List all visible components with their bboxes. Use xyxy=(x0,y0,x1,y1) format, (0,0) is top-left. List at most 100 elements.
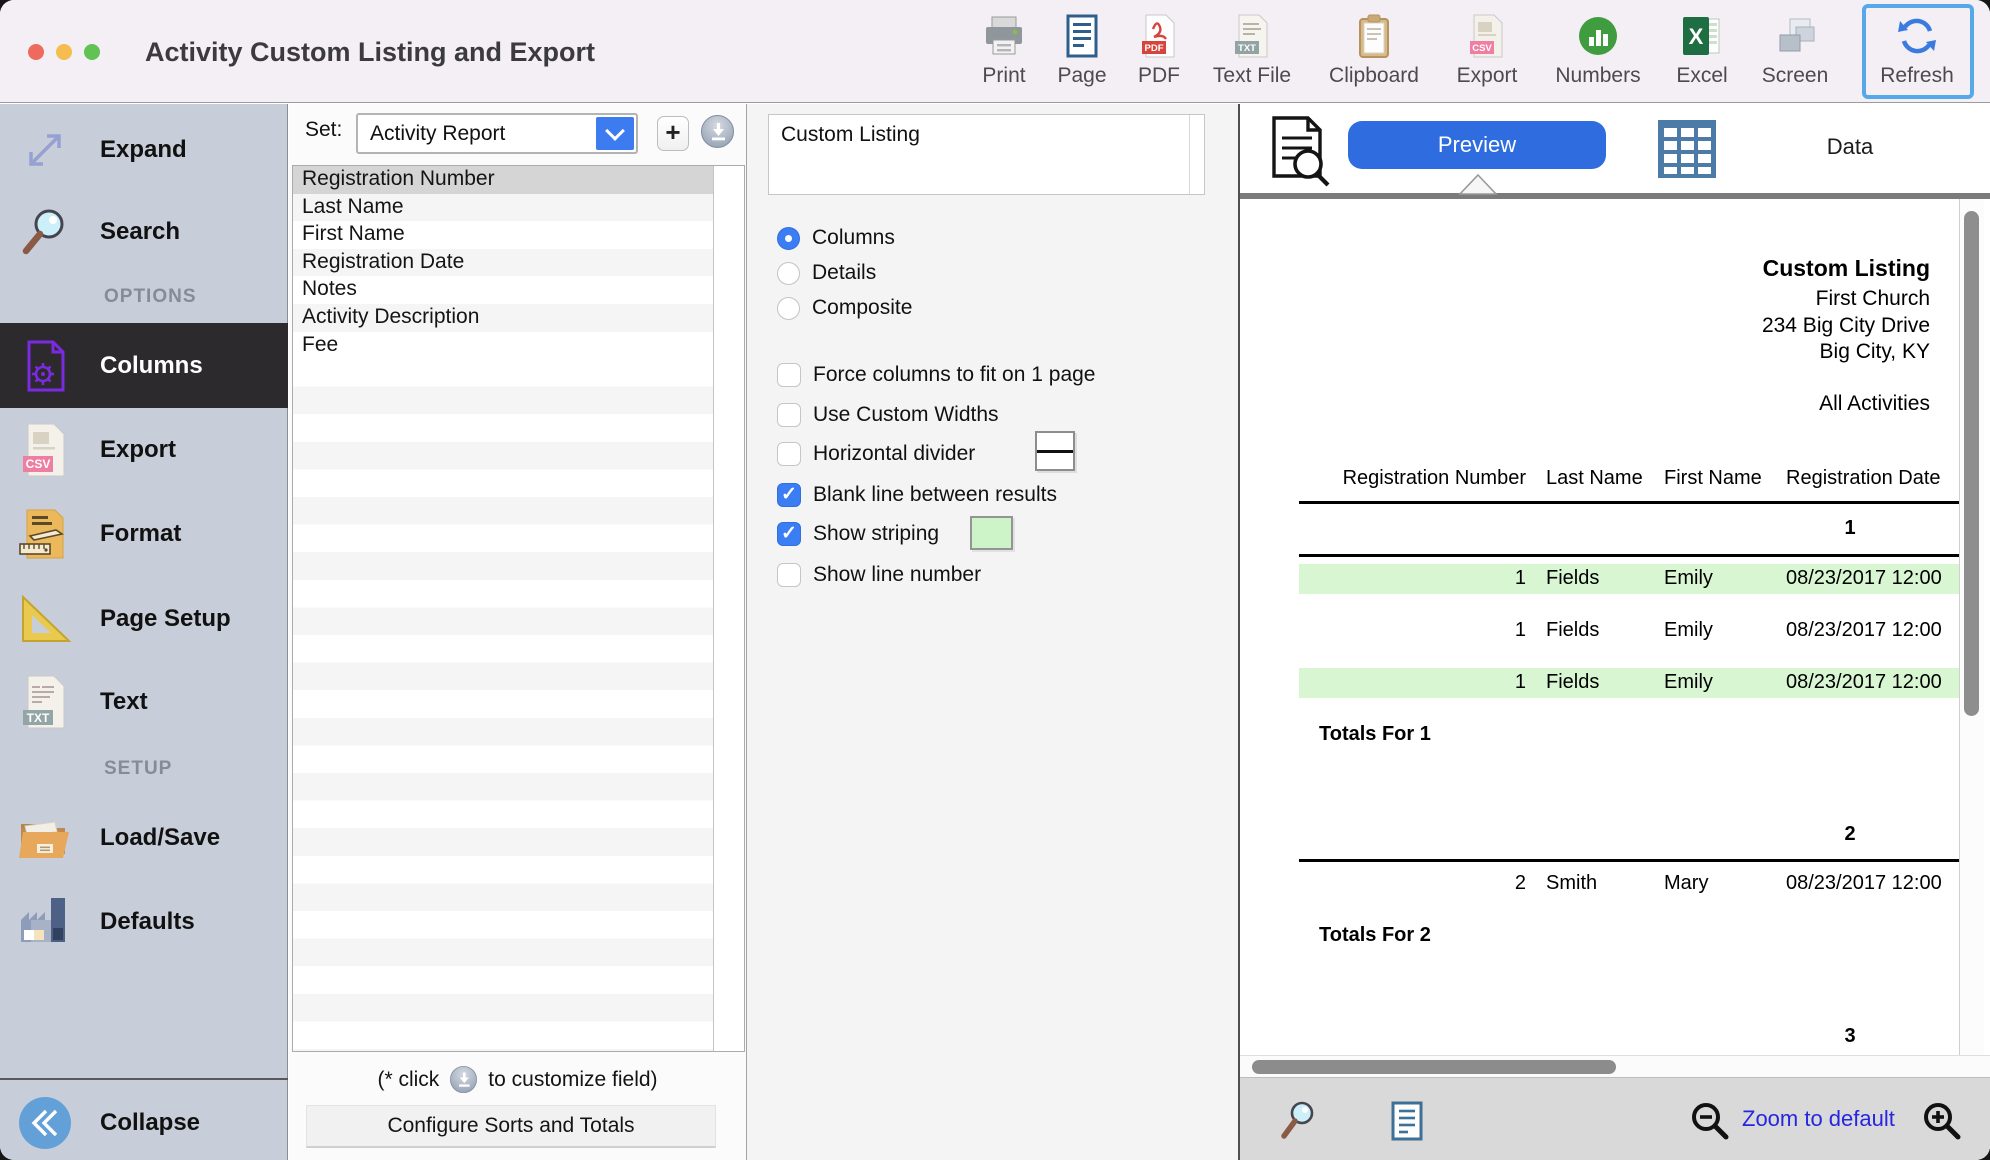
radio-composite[interactable]: Composite xyxy=(777,291,912,325)
add-set-button[interactable]: + xyxy=(657,116,689,151)
checkbox-checked-icon: ✓ xyxy=(777,483,801,507)
preview-footer-bar: Zoom to default xyxy=(1240,1077,1990,1160)
field-rows: Registration Number Last Name First Name… xyxy=(293,166,713,1051)
sidebar-item-search[interactable]: Search xyxy=(0,200,288,264)
set-dropdown[interactable]: Activity Report xyxy=(356,113,638,154)
customize-hint: (* click to customize field) xyxy=(289,1063,746,1096)
set-dropdown-value: Activity Report xyxy=(370,122,505,146)
radio-columns[interactable]: Columns xyxy=(777,221,895,255)
checkbox-checked-icon: ✓ xyxy=(777,522,801,546)
close-window-button[interactable] xyxy=(28,44,44,60)
group-totals-label: Totals For 2 xyxy=(1319,924,1431,947)
field-set-panel: Set: Activity Report + Registration Numb… xyxy=(289,104,746,1160)
empty-field-rows xyxy=(293,359,713,1051)
field-row-selected[interactable]: Registration Number xyxy=(293,166,713,194)
download-field-button[interactable] xyxy=(701,115,734,148)
magnifier-tool-icon[interactable] xyxy=(1276,1098,1322,1149)
sidebar-item-collapse[interactable]: Collapse xyxy=(0,1091,288,1155)
zoom-to-default-link[interactable]: Zoom to default xyxy=(1742,1106,1895,1132)
svg-text:CSV: CSV xyxy=(26,457,51,471)
radio-icon xyxy=(777,262,800,285)
report-column-headers: Registration Number Last Name First Name… xyxy=(1299,467,1964,493)
export-button[interactable]: CSV Export xyxy=(1429,10,1545,98)
csv-export-icon: CSV xyxy=(1429,10,1545,62)
text-file-button[interactable]: TXT Text File xyxy=(1194,10,1310,98)
format-document-icon xyxy=(16,506,74,562)
preview-vertical-scrollbar[interactable] xyxy=(1959,199,1984,1055)
sidebar-section-setup: SETUP xyxy=(104,758,288,780)
set-label: Set: xyxy=(305,118,342,142)
minimize-window-button[interactable] xyxy=(56,44,72,60)
checkbox-horizontal-divider[interactable]: Horizontal divider xyxy=(777,437,975,471)
screen-button[interactable]: Screen xyxy=(1737,10,1853,98)
striping-color-swatch[interactable] xyxy=(970,516,1013,550)
report-rule xyxy=(1299,859,1960,862)
preview-header: Preview Data xyxy=(1240,104,1990,193)
data-grid-icon[interactable] xyxy=(1656,118,1718,185)
factory-chart-icon xyxy=(16,894,74,950)
tab-pointer-notch xyxy=(1458,174,1498,200)
expand-icon xyxy=(16,124,74,176)
field-list-scrollbar[interactable] xyxy=(713,166,744,1051)
sidebar-item-expand[interactable]: Expand xyxy=(0,118,288,182)
csv-export-icon: CSV xyxy=(16,422,74,478)
field-row[interactable]: Registration Date xyxy=(293,249,713,277)
zoom-out-icon[interactable] xyxy=(1688,1100,1732,1149)
field-row[interactable]: Fee xyxy=(293,332,713,360)
report-row: 1 Fields Emily 08/23/2017 12:00 xyxy=(1299,564,1964,594)
report-row: 1 Fields Emily 08/23/2017 12:00 xyxy=(1299,616,1964,646)
search-icon xyxy=(16,204,74,260)
checkbox-icon xyxy=(777,442,801,466)
checkbox-blank-line[interactable]: ✓ Blank line between results xyxy=(777,478,1057,512)
tab-preview[interactable]: Preview xyxy=(1348,121,1606,169)
txt-file-icon: TXT xyxy=(1194,10,1310,62)
title-bar: Activity Custom Listing and Export Print… xyxy=(0,0,1990,103)
checkbox-custom-widths[interactable]: Use Custom Widths xyxy=(777,398,999,432)
report-row: 2 Smith Mary 08/23/2017 12:00 xyxy=(1299,869,1964,899)
field-row[interactable]: Activity Description xyxy=(293,304,713,332)
app-window: Activity Custom Listing and Export Print… xyxy=(0,0,1990,1160)
sidebar-item-load-save[interactable]: Load/Save xyxy=(0,806,288,870)
checkbox-icon xyxy=(777,403,801,427)
scrollbar-thumb[interactable] xyxy=(1964,211,1979,716)
scrollbar-thumb[interactable] xyxy=(1252,1060,1616,1074)
svg-text:PDF: PDF xyxy=(1145,43,1164,54)
clipboard-icon xyxy=(1316,10,1432,62)
document-lines-icon[interactable] xyxy=(1386,1100,1428,1147)
sidebar-item-export[interactable]: CSV Export xyxy=(0,418,288,482)
txt-file-icon: TXT xyxy=(16,674,74,730)
field-list: Registration Number Last Name First Name… xyxy=(292,165,745,1052)
checkbox-show-line-number[interactable]: Show line number xyxy=(777,558,981,592)
chevron-down-icon[interactable] xyxy=(596,117,634,150)
report-rule xyxy=(1299,501,1960,504)
svg-text:CSV: CSV xyxy=(1472,43,1492,54)
report-row: 1 Fields Emily 08/23/2017 12:00 xyxy=(1299,668,1964,698)
tab-data[interactable]: Data xyxy=(1770,134,1930,160)
zoom-window-button[interactable] xyxy=(84,44,100,60)
zoom-in-icon[interactable] xyxy=(1920,1100,1964,1149)
sidebar-item-page-setup[interactable]: Page Setup xyxy=(0,587,288,651)
checkbox-show-striping[interactable]: ✓ Show striping xyxy=(777,517,939,551)
checkbox-force-columns[interactable]: Force columns to fit on 1 page xyxy=(777,358,1096,392)
listing-title-input[interactable]: Custom Listing xyxy=(768,114,1205,195)
refresh-highlight-border xyxy=(1862,4,1974,99)
configure-sorts-totals-button[interactable]: Configure Sorts and Totals xyxy=(306,1105,716,1148)
preview-horizontal-scrollbar[interactable] xyxy=(1240,1055,1990,1077)
divider-style-button[interactable] xyxy=(1035,431,1075,471)
sidebar-item-columns[interactable]: Columns xyxy=(0,323,288,408)
numbers-button[interactable]: Numbers xyxy=(1540,10,1656,98)
folder-icon xyxy=(16,810,74,866)
sidebar-section-options: OPTIONS xyxy=(104,286,288,308)
report-preview-document: Custom Listing First Church 234 Big City… xyxy=(1240,199,1990,1055)
field-row[interactable]: Last Name xyxy=(293,194,713,222)
field-row[interactable]: First Name xyxy=(293,221,713,249)
sidebar-item-format[interactable]: Format xyxy=(0,502,288,566)
radio-details[interactable]: Details xyxy=(777,256,876,290)
sidebar-item-defaults[interactable]: Defaults xyxy=(0,890,288,954)
listing-options-panel: Custom Listing Columns Details Composite… xyxy=(746,104,1238,1160)
clipboard-button[interactable]: Clipboard xyxy=(1316,10,1432,98)
sidebar-item-text[interactable]: TXT Text xyxy=(0,670,288,734)
field-row[interactable]: Notes xyxy=(293,276,713,304)
checkbox-icon xyxy=(777,363,801,387)
collapse-chevrons-icon xyxy=(16,1094,74,1152)
